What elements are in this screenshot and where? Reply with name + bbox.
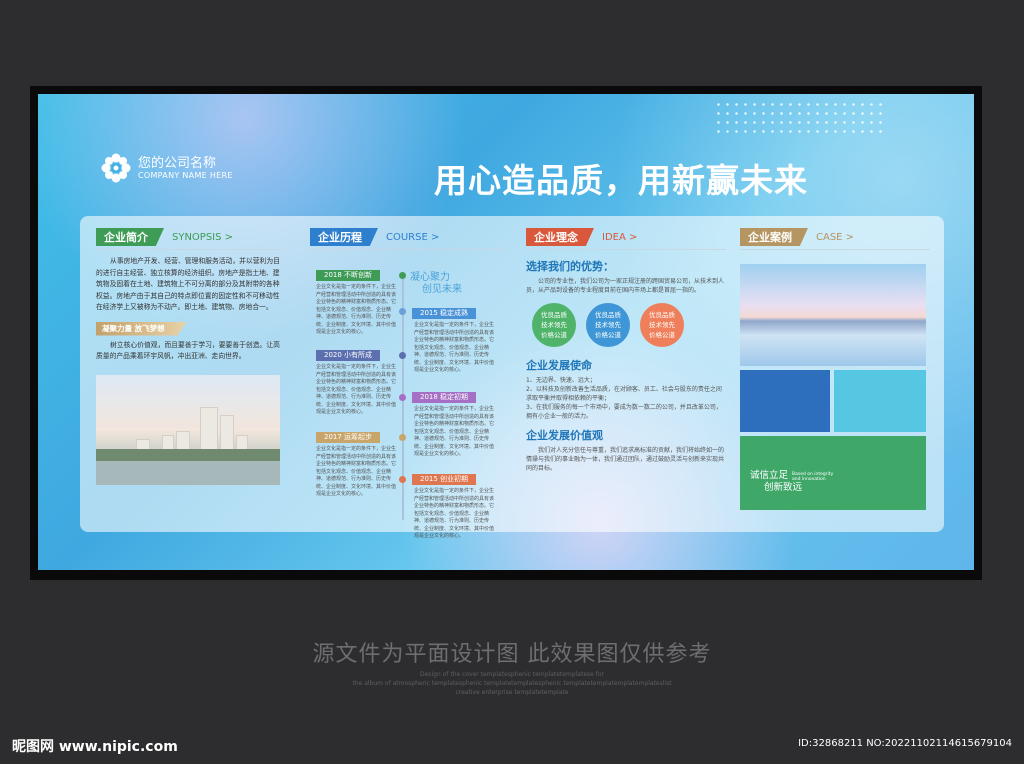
milestone-text: 企业文化是指一定的条件下，企业生产经营和管理活动中所创造的具有该企业特色的精神财… xyxy=(316,446,397,497)
display-board: 您的公司名称 COMPANY NAME HERE 用心造品质，用新赢未来 企业简… xyxy=(38,94,974,570)
company-name-en: COMPANY NAME HERE xyxy=(138,171,233,180)
case-tiles: 诚信立足 Based on integrity and innovation 创… xyxy=(740,370,926,510)
caption-cn: 源文件为平面设计图 此效果图仅供参考 xyxy=(312,642,712,667)
divider xyxy=(740,249,930,250)
mission-item: 3、在我们服务的每一个市场中，要成为数一数二的公司，并且改革公司，拥有小企业一般… xyxy=(526,404,722,420)
course-section: 企业历程 COURSE > 凝心聚力 创见未来 2018 不断创新 企业文化是指… xyxy=(310,228,506,539)
synopsis-tag: 企业简介 xyxy=(96,228,164,246)
timeline-dot xyxy=(399,434,406,441)
caption-en: Design of the cover templatesphenic temp… xyxy=(352,671,672,696)
milestone-year: 2015 创业初期 xyxy=(412,474,477,485)
timeline-heading: 凝心聚力 创见未来 xyxy=(410,272,462,295)
divider xyxy=(526,249,726,250)
course-tag: 企业历程 xyxy=(310,228,378,246)
divider xyxy=(310,249,506,250)
milestone-year: 2015 稳定成熟 xyxy=(412,308,477,319)
synopsis-body: 从事房地产开发、经营、管理和服务活动，并以营利为目的进行自主经营、独立核算的经济… xyxy=(96,257,280,311)
case-tag-en: CASE > xyxy=(816,231,855,243)
timeline-dot xyxy=(399,476,406,483)
mission-item: 2、以科技及创新改善生活品质，在对顾客、员工、社会与股东的责任之间求取平衡并取得… xyxy=(526,386,722,402)
content-panel: 企业简介 SYNOPSIS > 从事房地产开发、经营、管理和服务活动，并以营利为… xyxy=(80,216,944,539)
milestone-text: 企业文化是指一定的条件下，企业生产经营和管理活动中所创造的具有该企业特色的精神财… xyxy=(316,284,397,335)
milestone-year: 2017 运筹起步 xyxy=(316,432,381,443)
milestone-text: 企业文化是指一定的条件下，企业生产经营和管理活动中所创造的具有该企业特色的精神财… xyxy=(414,488,495,539)
course-tag-en: COURSE > xyxy=(386,231,440,243)
milestone-text: 企业文化是指一定的条件下，企业生产经营和管理活动中所创造的具有该企业特色的精神财… xyxy=(414,322,495,373)
motto-en: Based on integrity and innovation xyxy=(792,472,834,482)
milestone-text: 企业文化是指一定的条件下，企业生产经营和管理活动中所创造的具有该企业特色的精神财… xyxy=(414,406,495,457)
case-tile xyxy=(834,370,926,432)
flower-logo-icon xyxy=(101,153,131,183)
slogan: 用心造品质，用新赢未来 xyxy=(434,161,808,200)
timeline-dot xyxy=(399,394,406,401)
case-motto-tile: 诚信立足 Based on integrity and innovation 创… xyxy=(740,436,926,510)
advantage-circle: 优良品质 技术领先 价格公道 xyxy=(586,303,630,347)
company-name: 您的公司名称 xyxy=(138,156,217,171)
mission-item: 1、无边界、快速、远大； xyxy=(526,377,596,384)
timeline-dot xyxy=(399,308,406,315)
idea-tag-en: IDEA > xyxy=(602,231,638,243)
value-body: 我们对人充分信任与尊重，我们追求高标准的贡献，我们将始终如一的情操与我们的事业融… xyxy=(526,447,725,472)
case-tag: 企业案例 xyxy=(740,228,808,246)
city-sea-image xyxy=(740,264,926,366)
synopsis-subtag: 凝聚力量 放飞梦想 xyxy=(96,321,187,336)
advantage-circle: 优良品质 技术领先 价格公道 xyxy=(640,303,684,347)
advantage-circles: 优良品质 技术领先 价格公道 优良品质 技术领先 价格公道 优良品质 技术领先 价格公道 xyxy=(532,303,726,347)
idea-tag: 企业理念 xyxy=(526,228,594,246)
case-tile xyxy=(740,370,830,432)
image-id: ID:32868211 NO:20221102114615679104 xyxy=(798,738,1012,749)
advantage-circle: 优良品质 技术领先 价格公道 xyxy=(532,303,576,347)
timeline-dot xyxy=(399,272,406,279)
value-title: 企业发展价值观 xyxy=(526,429,603,442)
milestone-year: 2018 稳定初期 xyxy=(412,392,477,403)
company-logo: 您的公司名称 COMPANY NAME HERE xyxy=(100,152,233,184)
milestone-year: 2018 不断创新 xyxy=(316,270,381,281)
advantage-body: 公司的专业性，我们公司为一家正规注册的跨国贸易公司，从技术到人员，从产品到设备的… xyxy=(526,278,725,294)
site-watermark: 昵图网 www.nipic.com xyxy=(12,739,178,755)
timeline-dot xyxy=(399,352,406,359)
milestone-text: 企业文化是指一定的条件下，企业生产经营和管理活动中所创造的具有该企业特色的精神财… xyxy=(316,364,397,415)
milestone-year: 2020 小有所成 xyxy=(316,350,381,361)
motto-line2: 创新致远 xyxy=(764,482,803,493)
synopsis-section: 企业简介 SYNOPSIS > 从事房地产开发、经营、管理和服务活动，并以营利为… xyxy=(96,228,284,485)
advantage-title: 选择我们的优势： xyxy=(526,260,614,273)
city-skyline-image xyxy=(96,374,280,485)
dot-pattern xyxy=(714,100,884,136)
divider xyxy=(96,249,284,250)
mission-title: 企业发展使命 xyxy=(526,359,592,372)
idea-section: 企业理念 IDEA > 选择我们的优势： 公司的专业性，我们公司为一家正规注册的… xyxy=(526,228,726,473)
synopsis-tag-en: SYNOPSIS > xyxy=(172,231,234,243)
synopsis-sub-body: 树立核心价值观，而且要善于学习，要要善于创造。让高质量的产品乘着环宇风帆，冲出亚… xyxy=(96,340,280,361)
mission-list: 1、无边界、快速、远大； 2、以科技及创新改善生活品质，在对顾客、员工、社会与股… xyxy=(526,376,726,421)
case-section: 企业案例 CASE > 诚信立足 Based on integrity and … xyxy=(740,228,930,510)
motto-line1: 诚信立足 xyxy=(750,470,789,481)
